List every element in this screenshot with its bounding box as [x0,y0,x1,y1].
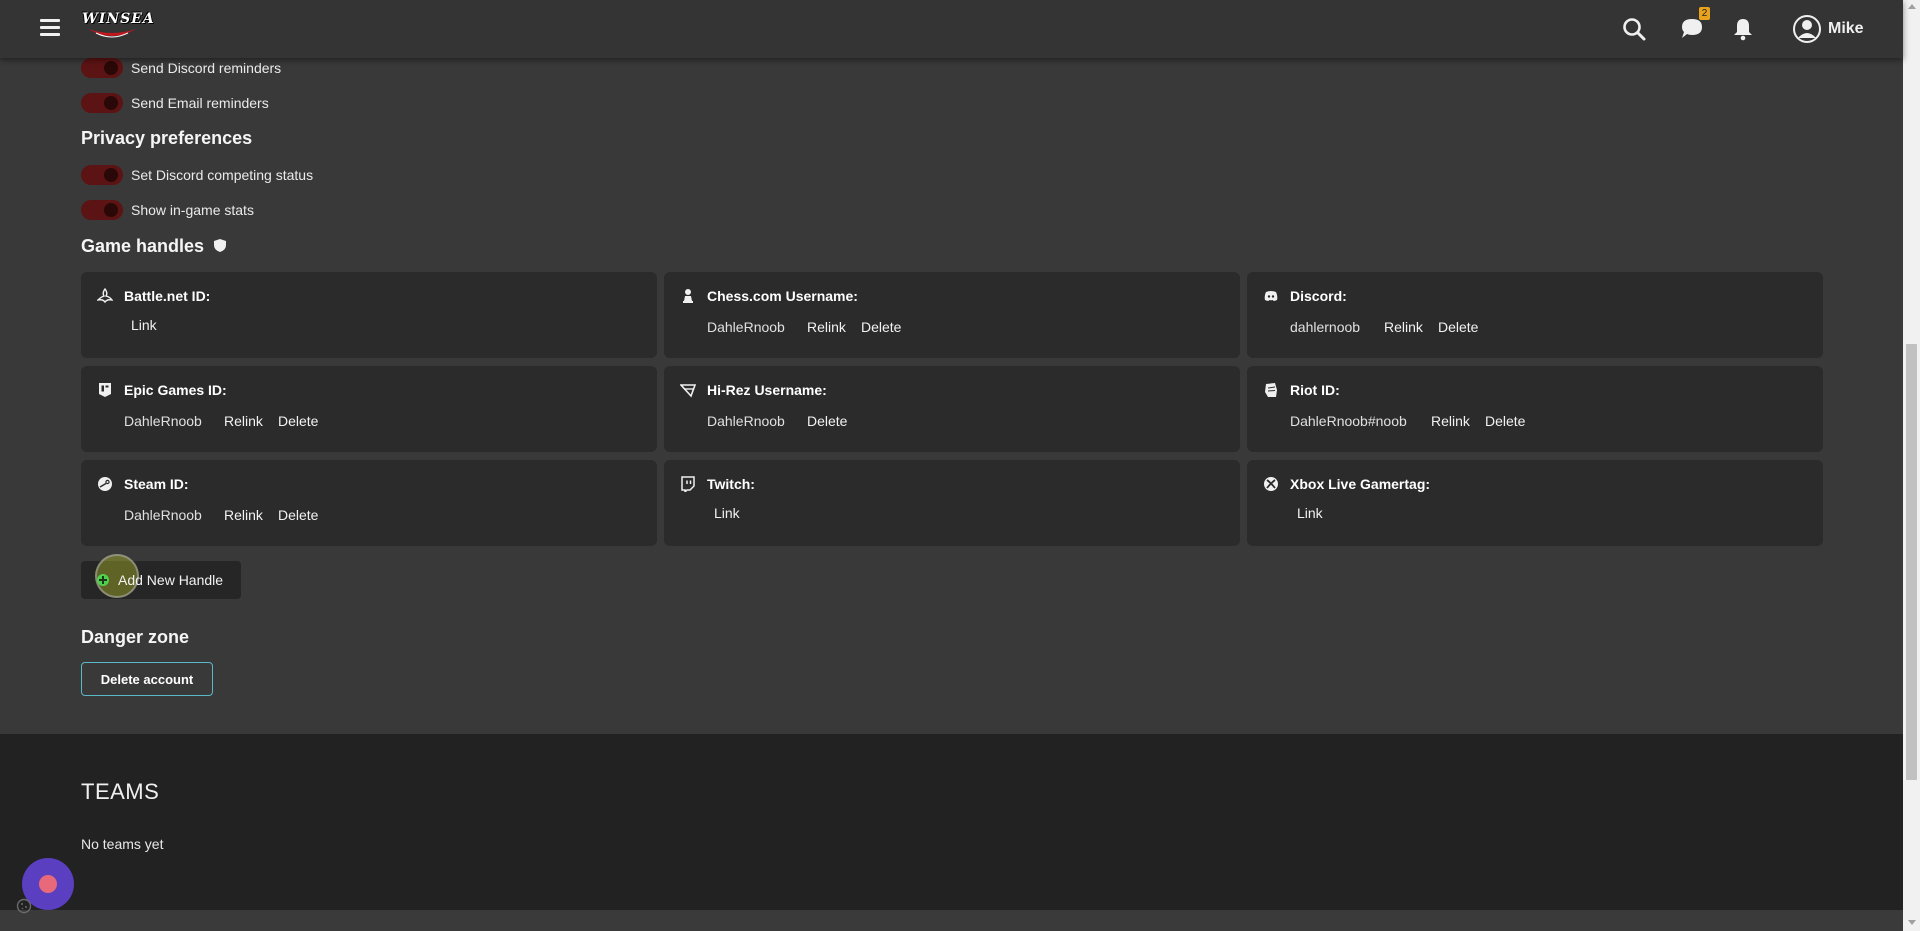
link-button[interactable]: Link [714,505,740,521]
handle-value: dahlernoob [1290,319,1361,335]
handle-card-riot: Riot ID: DahleRnoob#noob Relink Delete [1247,366,1823,452]
handle-value: DahleRnoob [707,319,785,335]
discord-icon [1264,291,1278,301]
relink-button[interactable]: Relink [807,319,846,335]
plus-circle-icon [97,574,109,586]
relink-button[interactable]: Relink [1384,319,1423,335]
scrollbar-thumb[interactable] [1906,344,1917,780]
scroll-up-icon[interactable] [1908,4,1916,9]
search-icon[interactable] [1621,16,1647,42]
toggle-label: Send Discord reminders [131,60,282,76]
toggle-switch[interactable] [81,93,123,113]
messages-badge: 2 [1699,7,1710,20]
link-button[interactable]: Link [1297,505,1323,521]
handle-value: DahleRnoob [124,507,202,523]
site-logo[interactable]: WINSEA [82,9,155,45]
page-scrollbar[interactable] [1903,0,1920,931]
handle-card-discord: Discord: dahlernoob Relink Delete [1247,272,1823,358]
handle-value: DahleRnoob [124,413,202,429]
steam-icon [98,477,112,491]
handle-title: Riot ID: [1290,382,1340,398]
handle-title: Xbox Live Gamertag: [1290,476,1431,492]
chess-pawn-icon [683,289,693,303]
game-handles-label: Game handles [81,236,205,256]
toggle-label: Set Discord competing status [131,167,314,183]
danger-zone-title: Danger zone [81,627,190,647]
add-new-handle-button[interactable]: Add New Handle [81,554,241,599]
handle-card-chess: Chess.com Username: DahleRnoob Relink De… [664,272,1240,358]
handle-value: DahleRnoob#noob [1290,413,1407,429]
twitch-icon [681,476,695,492]
add-new-handle-label: Add New Handle [118,572,224,588]
handle-card-steam: Steam ID: DahleRnoob Relink Delete [81,460,657,546]
toggle-label: Send Email reminders [131,95,269,111]
handle-title: Steam ID: [124,476,189,492]
delete-button[interactable]: Delete [1438,319,1478,335]
delete-button[interactable]: Delete [861,319,901,335]
bell-icon[interactable] [1730,16,1756,42]
teams-section: TEAMS No teams yet [0,734,1903,910]
relink-button[interactable]: Relink [224,507,263,523]
cookie-icon[interactable] [16,898,32,914]
toggle-label: Show in-game stats [131,202,254,218]
toggle-switch[interactable] [81,58,123,78]
handle-card-twitch: Twitch: Link [664,460,1240,546]
scroll-down-icon[interactable] [1908,920,1916,925]
chat-widget-icon [39,875,57,893]
teams-empty-text: No teams yet [81,836,164,852]
handle-title: Twitch: [707,476,755,492]
delete-account-button[interactable]: Delete account [81,662,213,696]
handle-title: Epic Games ID: [124,382,227,398]
toggle-switch[interactable] [81,200,123,220]
user-menu[interactable]: Mike [1792,14,1864,44]
handle-card-battlenet: Battle.net ID: Link [81,272,657,358]
handle-title: Battle.net ID: [124,288,211,304]
battlenet-icon [97,288,113,304]
handle-card-epic-games: Epic Games ID: DahleRnoob Relink Delete [81,366,657,452]
menu-icon[interactable] [40,19,60,37]
game-handles-title: Game handles [81,236,227,257]
toggle-switch[interactable] [81,165,123,185]
relink-button[interactable]: Relink [1431,413,1470,429]
handle-title: Discord: [1290,288,1347,304]
user-avatar-icon [1793,15,1821,43]
link-button[interactable]: Link [131,317,157,333]
logo-text: WINSEA [82,11,155,27]
delete-button[interactable]: Delete [278,507,318,523]
privacy-title: Privacy preferences [81,128,253,148]
handle-title: Hi-Rez Username: [707,382,827,398]
delete-button[interactable]: Delete [807,413,847,429]
footer-bar [0,910,1903,931]
shield-icon [214,239,227,252]
delete-button[interactable]: Delete [278,413,318,429]
delete-button[interactable]: Delete [1485,413,1525,429]
handle-card-xbox: Xbox Live Gamertag: Link [1247,460,1823,546]
logo-swoosh-icon [88,29,136,38]
riot-fist-icon [1265,383,1277,397]
hirez-icon [680,384,696,398]
user-name: Mike [1828,20,1864,37]
handle-value: DahleRnoob [707,413,785,429]
xbox-icon [1264,477,1278,491]
relink-button[interactable]: Relink [224,413,263,429]
top-header: WINSEA 2 Mike [0,0,1903,58]
handle-title: Chess.com Username: [707,288,858,304]
teams-title: TEAMS [81,779,160,804]
handle-card-hirez: Hi-Rez Username: DahleRnoob Delete [664,366,1240,452]
epic-games-icon [99,383,111,397]
